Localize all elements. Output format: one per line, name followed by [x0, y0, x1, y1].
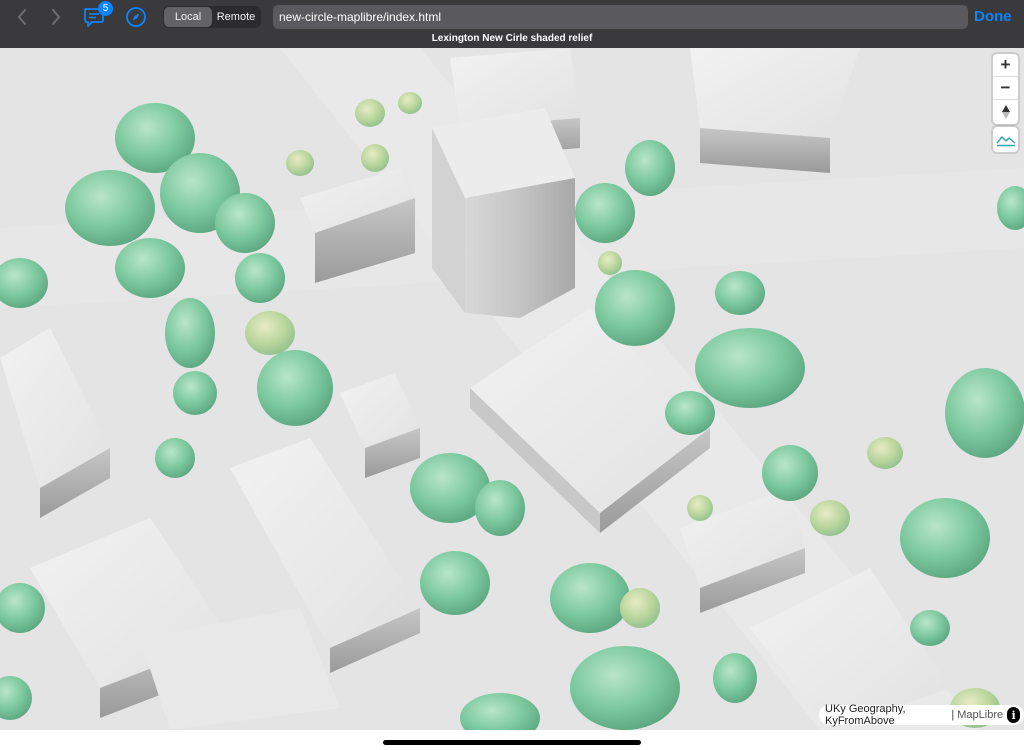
segment-local[interactable]: Local [164, 7, 212, 27]
back-button[interactable] [8, 4, 36, 30]
north-arrow-icon [1001, 104, 1010, 119]
compass-button[interactable] [122, 4, 150, 30]
zoom-control: + − [993, 54, 1018, 124]
shaded-relief-map [0, 48, 1024, 730]
comments-badge: 5 [98, 1, 113, 16]
attribution-separator: | [951, 709, 955, 721]
attribution-sources: UKy Geography, KyFromAbove [825, 703, 906, 727]
map-attribution: UKy Geography, KyFromAbove | MapLibre i [819, 703, 1024, 727]
terrain-icon [995, 135, 1015, 146]
info-icon[interactable]: i [1007, 707, 1020, 723]
home-indicator[interactable] [383, 740, 641, 745]
done-button[interactable]: Done [974, 6, 1014, 28]
map-canvas[interactable] [0, 48, 1024, 730]
terrain-toggle-button[interactable] [993, 127, 1018, 152]
toolbar: 5 Local Remote new-circle-maplibre/index… [0, 0, 1024, 48]
chevron-left-icon [18, 9, 26, 25]
source-segmented-control: Local Remote [163, 6, 261, 28]
zoom-in-button[interactable]: + [993, 54, 1018, 77]
segment-remote[interactable]: Remote [212, 7, 260, 27]
zoom-out-button[interactable]: − [993, 77, 1018, 100]
reset-bearing-button[interactable] [993, 100, 1018, 123]
forward-button[interactable] [42, 4, 70, 30]
attribution-maplibre-link[interactable]: MapLibre [957, 709, 1003, 721]
chevron-right-icon [52, 9, 60, 25]
page-title: Lexington New Cirle shaded relief [431, 33, 593, 44]
compass-icon [126, 7, 146, 27]
url-input[interactable]: new-circle-maplibre/index.html [273, 5, 968, 29]
